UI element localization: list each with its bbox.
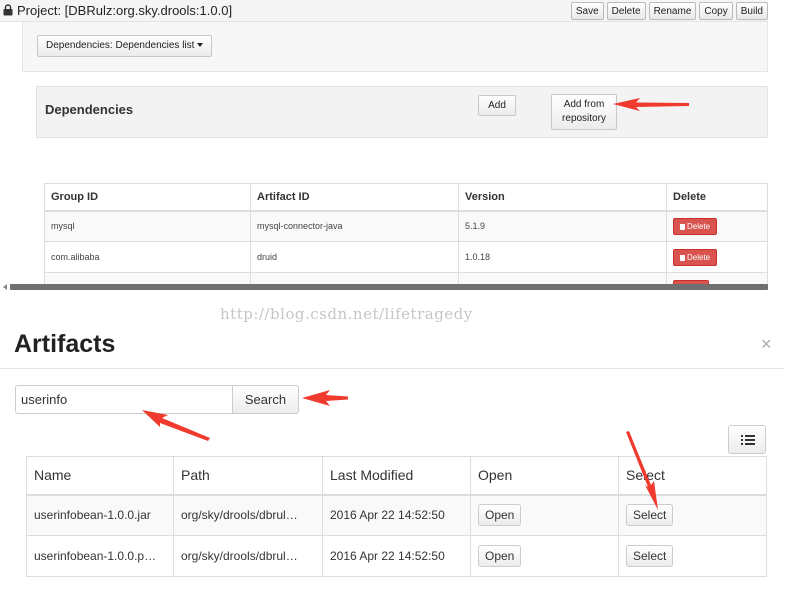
dependencies-toolbar: Dependencies: Dependencies list (22, 22, 768, 72)
add-from-repository-label: Add from repository (562, 99, 606, 124)
dependencies-title: Dependencies (45, 102, 134, 117)
delete-dependency-button[interactable]: Delete (673, 217, 718, 235)
list-icon (741, 435, 755, 445)
dependencies-header: Dependencies Add Add from repository (36, 86, 768, 138)
project-titlebar: Project: [DBRulz:org.sky.drools:1.0.0] S… (0, 0, 768, 22)
select-cell: Select (618, 494, 767, 536)
annotation-arrow (302, 390, 348, 406)
open-button[interactable]: Open (478, 504, 522, 527)
artifact-id-cell: druid (250, 241, 459, 273)
artifact-name-cell: userinfobean-1.0.0.jar (26, 494, 174, 536)
dependencies-view-dropdown[interactable]: Dependencies: Dependencies list (37, 35, 213, 57)
lock-icon (3, 4, 13, 16)
open-button[interactable]: Open (478, 545, 522, 567)
artifact-name-cell: userinfobean-1.0.0.p… (26, 535, 174, 577)
column-header: Open (470, 456, 619, 496)
last-modified-cell: 2016 Apr 22 14:52:50 (322, 494, 471, 536)
column-header: Name (26, 456, 174, 496)
delete-cell: Delete (666, 210, 768, 242)
watermark: http://blog.csdn.net/lifetragedy (220, 305, 473, 323)
dependencies-view-label: Dependencies: Dependencies list (46, 40, 195, 51)
delete-cell: Delete (666, 241, 768, 273)
group-id-cell: mysql (44, 210, 251, 242)
annotation-arrow (142, 410, 210, 441)
table-row: userinfobean-1.0.0.p… org/sky/drools/dbr… (26, 535, 767, 577)
column-header: Delete (666, 183, 768, 212)
delete-dependency-button[interactable]: Delete (673, 248, 718, 266)
artifacts-table: Name Path Last Modified Open Select user… (26, 456, 767, 577)
column-header: Path (173, 456, 323, 496)
search-input[interactable] (15, 385, 233, 414)
column-header: Select (618, 456, 767, 496)
open-cell: Open (470, 535, 619, 577)
column-header: Artifact ID (250, 183, 459, 212)
add-dependency-button[interactable]: Add (478, 95, 516, 116)
artifact-path-cell: org/sky/drools/dbrul… (173, 494, 323, 536)
table-row: userinfobean-1.0.0.jar org/sky/drools/db… (26, 494, 767, 536)
trash-icon (680, 254, 685, 261)
artifacts-title: Artifacts (14, 330, 116, 358)
project-toolbar: Save Delete Rename Copy Build (570, 2, 768, 20)
dependencies-table: Group ID Artifact ID Version Delete mysq… (44, 183, 768, 290)
project-title: Project: [DBRulz:org.sky.drools:1.0.0] (17, 3, 233, 18)
column-header: Version (458, 183, 667, 212)
close-icon[interactable]: × (761, 334, 772, 355)
artifact-path-cell: org/sky/drools/dbrul… (173, 535, 323, 577)
list-view-button[interactable] (728, 425, 766, 454)
modal-divider (0, 368, 784, 369)
delete-project-button[interactable]: Delete (606, 2, 646, 20)
delete-label: Delete (687, 221, 711, 231)
column-header: Group ID (44, 183, 251, 212)
add-from-repository-button[interactable]: Add from repository (551, 94, 617, 130)
version-cell: 5.1.9 (458, 210, 667, 242)
delete-label: Delete (687, 252, 711, 262)
scroll-left-icon[interactable] (3, 284, 7, 290)
version-cell: 1.0.18 (458, 241, 667, 273)
last-modified-cell: 2016 Apr 22 14:52:50 (322, 535, 471, 577)
select-button[interactable]: Select (626, 545, 674, 567)
open-cell: Open (470, 494, 619, 536)
dependencies-header-row: Group ID Artifact ID Version Delete (44, 183, 768, 212)
trash-icon (680, 223, 685, 230)
column-header: Last Modified (322, 456, 471, 496)
project-panel: Project: [DBRulz:org.sky.drools:1.0.0] S… (0, 0, 768, 290)
search-button[interactable]: Search (232, 385, 299, 414)
table-row: com.alibaba druid 1.0.18 Delete (44, 241, 768, 273)
artifact-id-cell: mysql-connector-java (250, 210, 459, 242)
artifacts-header-row: Name Path Last Modified Open Select (26, 456, 767, 496)
group-id-cell: com.alibaba (44, 241, 251, 273)
select-button[interactable]: Select (626, 504, 674, 527)
copy-button[interactable]: Copy (699, 2, 733, 20)
save-button[interactable]: Save (570, 2, 604, 20)
caret-down-icon (197, 43, 204, 48)
build-button[interactable]: Build (735, 2, 768, 20)
horizontal-scrollbar[interactable] (10, 284, 768, 290)
select-cell: Select (618, 535, 767, 577)
table-row: mysql mysql-connector-java 5.1.9 Delete (44, 210, 768, 242)
rename-button[interactable]: Rename (648, 2, 697, 20)
